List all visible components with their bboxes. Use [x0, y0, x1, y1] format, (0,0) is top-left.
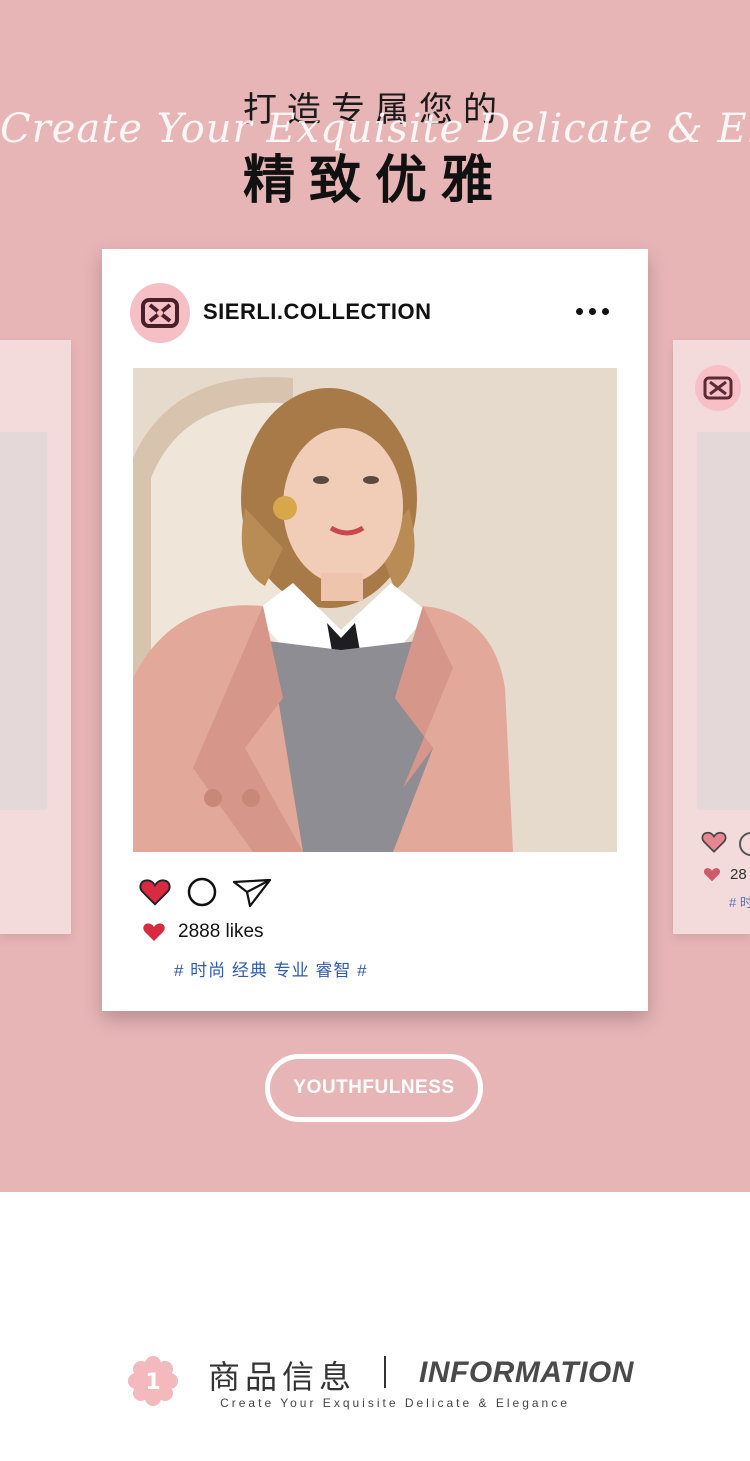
- post-hashtags[interactable]: # 时尚 经典 专业 睿智 #: [174, 956, 368, 981]
- brand-logo-icon[interactable]: [130, 283, 190, 343]
- section-subtitle: Create Your Exquisite Delicate & Eleganc…: [220, 1396, 570, 1410]
- badge-number: 1: [145, 1370, 160, 1395]
- heart-icon: [703, 868, 721, 882]
- more-icon[interactable]: [576, 301, 616, 321]
- side-card-image: [0, 432, 47, 810]
- post-username[interactable]: SIERLI.COLLECTION: [203, 299, 432, 325]
- heart-icon[interactable]: [701, 830, 727, 854]
- section-title-cn: 商品信息: [208, 1358, 357, 1396]
- youthfulness-button[interactable]: YOUTHFULNESS: [265, 1054, 483, 1122]
- heart-icon[interactable]: [138, 877, 172, 907]
- side-card-image: [697, 432, 750, 810]
- section-title-en: INFORMATION: [419, 1356, 634, 1389]
- title-divider: [384, 1356, 386, 1388]
- side-logo-icon: [695, 365, 741, 411]
- post-card: SIERLI.COLLECTION 2888 likes # 时尚 经典 专业 …: [102, 249, 648, 1011]
- headline-large: 精致优雅: [242, 151, 507, 211]
- post-photo[interactable]: [133, 368, 617, 852]
- side-card-right[interactable]: 28 # 时: [673, 340, 750, 934]
- side-card-left[interactable]: [0, 340, 71, 934]
- post-actions: [138, 874, 272, 910]
- hero-section: 打造专属您的 Create Your Exquisite Delicate & …: [0, 0, 750, 1192]
- side-hashtags: # 时: [729, 895, 750, 910]
- youthfulness-label: YOUTHFULNESS: [293, 1077, 455, 1098]
- heart-icon: [143, 923, 165, 941]
- comment-icon[interactable]: [739, 832, 750, 856]
- likes-count: 2888 likes: [178, 921, 264, 942]
- side-likes-count: 28: [730, 866, 747, 883]
- likes-row: 2888 likes: [142, 921, 264, 943]
- share-icon[interactable]: [232, 876, 272, 908]
- comment-icon[interactable]: [186, 876, 218, 908]
